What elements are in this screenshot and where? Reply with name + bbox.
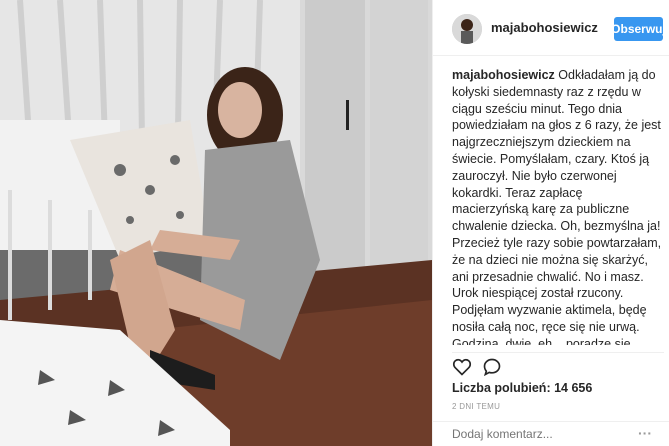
post-timestamp: 2 DNI TEMU (452, 402, 501, 411)
comment-bar: ··· (433, 421, 669, 446)
comment-input[interactable] (450, 426, 624, 442)
comment-icon[interactable] (482, 357, 502, 377)
post-sidebar: majabohosiewicz Obserwuj majabohosiewicz… (432, 0, 669, 446)
more-options-icon[interactable]: ··· (638, 425, 652, 441)
avatar-image (452, 14, 482, 44)
post-caption: majabohosiewicz Odkładałam ją do kołyski… (452, 67, 662, 345)
caption-text: Odkładałam ją do kołyski siedemnasty raz… (452, 68, 662, 345)
action-bar (452, 352, 664, 377)
post-photo[interactable] (0, 0, 432, 446)
username-link[interactable]: majabohosiewicz (491, 20, 598, 35)
heart-icon[interactable] (452, 357, 472, 377)
likes-count[interactable]: Liczba polubień: 14 656 (452, 381, 592, 395)
caption-username-link[interactable]: majabohosiewicz (452, 68, 555, 82)
photo-illustration (0, 0, 432, 446)
post-header: majabohosiewicz Obserwuj (433, 0, 669, 56)
follow-button[interactable]: Obserwuj (611, 17, 666, 41)
avatar[interactable] (452, 14, 482, 44)
